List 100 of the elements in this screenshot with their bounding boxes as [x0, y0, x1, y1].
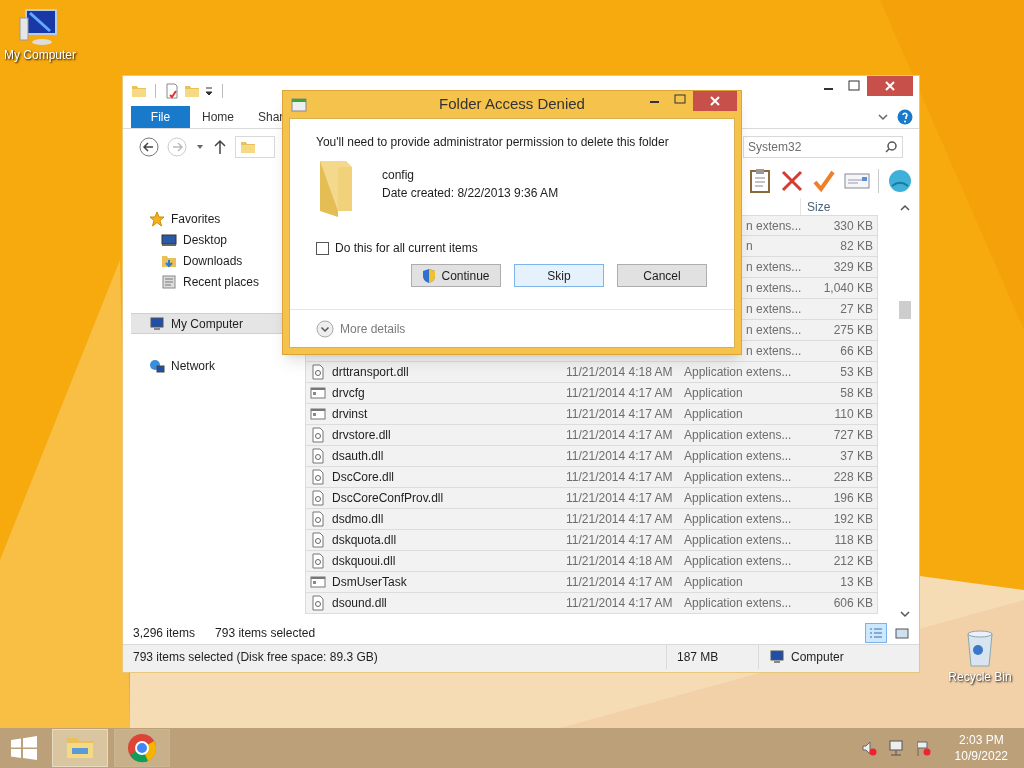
file-date: 11/21/2014 4:17 AM [566, 470, 673, 484]
document-icon [310, 595, 326, 611]
taskbar-app-button[interactable] [114, 729, 170, 767]
file-type: n extens... [746, 323, 802, 337]
file-type: Application extens... [684, 596, 792, 610]
flag-icon[interactable] [914, 740, 931, 756]
document-icon [310, 532, 326, 548]
file-type: n [746, 239, 753, 253]
file-size: 1,040 KB [823, 281, 873, 295]
window-icon [310, 385, 326, 401]
item-date: Date created: 8/22/2013 9:36 AM [382, 185, 559, 202]
file-row[interactable]: dsauth.dll 11/21/2014 4:17 AM Application extens... 37 KB [305, 446, 878, 467]
file-date: 11/21/2014 4:18 AM [566, 554, 673, 568]
document-icon [310, 553, 326, 569]
file-row[interactable]: DscCoreConfProv.dll 11/21/2014 4:17 AM Application extens... 196 KB [305, 488, 878, 509]
file-row[interactable]: dsdmo.dll 11/21/2014 4:17 AM Application extens... 192 KB [305, 509, 878, 530]
document-icon [310, 448, 326, 464]
file-row[interactable]: dskquoui.dll 11/21/2014 4:18 AM Application extens... 212 KB [305, 551, 878, 572]
taskbar-app-button[interactable] [52, 729, 108, 767]
close-button[interactable] [693, 91, 737, 111]
file-type: n extens... [746, 302, 802, 316]
close-button[interactable] [867, 76, 913, 96]
status-selection: 793 items selected (Disk free space: 89.3 GB) [133, 649, 378, 666]
file-row[interactable]: drvinst 11/21/2014 4:17 AM Application 110 KB [305, 404, 878, 425]
checkbox[interactable] [316, 241, 329, 255]
file-type: n extens... [746, 344, 802, 358]
dialog-button[interactable]: Continue [411, 264, 501, 287]
checkmark-icon[interactable] [812, 169, 836, 193]
desktop-icon [161, 231, 177, 248]
dialog-button[interactable]: Skip [514, 264, 604, 287]
file-row[interactable]: drvstore.dll 11/21/2014 4:17 AM Application extens... 727 KB [305, 425, 878, 446]
clipboard-icon[interactable] [748, 168, 772, 194]
file-date: 11/21/2014 4:17 AM [566, 575, 673, 589]
window-icon [310, 406, 326, 422]
file-size: 118 KB [834, 533, 873, 547]
file-row[interactable]: dskquota.dll 11/21/2014 4:17 AM Application extens... 118 KB [305, 530, 878, 551]
file-type: Application extens... [684, 554, 792, 568]
globe-icon[interactable] [887, 168, 913, 194]
sidebar-item[interactable]: Favorites [131, 208, 306, 229]
properties-icon[interactable] [164, 83, 180, 99]
file-size: 58 KB [840, 386, 873, 400]
file-size: 110 KB [834, 407, 873, 421]
file-name: drttransport.dll [332, 364, 409, 381]
file-row[interactable]: DscCore.dll 11/21/2014 4:17 AM Application extens... 228 KB [305, 467, 878, 488]
file-size: 275 KB [833, 323, 873, 337]
scroll-down-icon[interactable] [899, 609, 910, 619]
file-name: drvinst [332, 406, 368, 423]
file-size: 329 KB [833, 260, 873, 274]
chevron-down-icon[interactable] [877, 111, 889, 123]
file-size: 192 KB [833, 512, 873, 526]
card-icon[interactable] [844, 171, 870, 191]
file-name: drvstore.dll [332, 427, 391, 444]
file-row[interactable]: drttransport.dll 11/21/2014 4:18 AM Application extens... 53 KB [305, 362, 878, 383]
file-date: 11/21/2014 4:17 AM [566, 449, 673, 463]
sidebar-item[interactable]: Desktop [131, 229, 306, 250]
file-type: Application extens... [684, 449, 792, 463]
more-details-button[interactable]: More details [316, 319, 406, 338]
dialog-button[interactable]: Cancel [617, 264, 707, 287]
file-type: Application extens... [684, 428, 792, 442]
item-count: 3,296 items [133, 624, 196, 642]
file-size: 53 KB [840, 365, 873, 379]
picture-icon [894, 625, 910, 640]
file-row[interactable]: drvcfg 11/21/2014 4:17 AM Application 58 KB [305, 383, 878, 404]
file-date: 11/21/2014 4:17 AM [566, 386, 673, 400]
help-icon[interactable] [897, 109, 913, 125]
file-name: dsound.dll [332, 595, 387, 612]
search-icon[interactable] [885, 141, 897, 153]
file-name: drvcfg [332, 385, 365, 402]
file-type: Application extens... [684, 512, 792, 526]
back-icon[interactable] [139, 136, 159, 157]
file-name: dskquoui.dll [332, 553, 396, 570]
speaker-muted-icon[interactable] [860, 740, 877, 756]
file-name: dsauth.dll [332, 448, 384, 465]
sidebar-item[interactable]: Downloads [131, 250, 306, 271]
file-size: 228 KB [833, 470, 873, 484]
close-icon [884, 80, 896, 92]
search-field[interactable]: System32 [743, 136, 903, 158]
file-date: 11/21/2014 4:17 AM [566, 533, 673, 547]
file-type: n extens... [746, 218, 802, 233]
close-icon [709, 95, 721, 107]
details-view-button[interactable] [865, 622, 887, 643]
network-icon[interactable] [886, 740, 905, 756]
delete-icon[interactable] [780, 169, 804, 193]
sidebar-item[interactable]: Network [131, 355, 306, 376]
sidebar-item[interactable]: Recent places [131, 271, 306, 292]
file-menu-button[interactable]: File [131, 106, 190, 128]
list-icon [868, 625, 884, 640]
ribbon-tab[interactable]: Home [190, 106, 246, 128]
scroll-up-icon[interactable] [899, 203, 910, 213]
file-row[interactable]: DsmUserTask 11/21/2014 4:17 AM Application 13 KB [305, 572, 878, 593]
scroll-thumb[interactable] [898, 301, 911, 319]
file-row[interactable]: dsound.dll 11/21/2014 4:17 AM Application extens... 606 KB [305, 593, 878, 614]
document-icon [310, 490, 326, 506]
windows-logo-icon[interactable] [10, 736, 38, 760]
chevron-down-icon [316, 319, 334, 338]
file-date: 11/21/2014 4:17 AM [566, 407, 673, 421]
up-icon[interactable] [213, 138, 227, 155]
file-date: 11/21/2014 4:18 AM [566, 365, 673, 379]
file-type: Application extens... [684, 533, 792, 547]
document-icon [310, 511, 326, 527]
